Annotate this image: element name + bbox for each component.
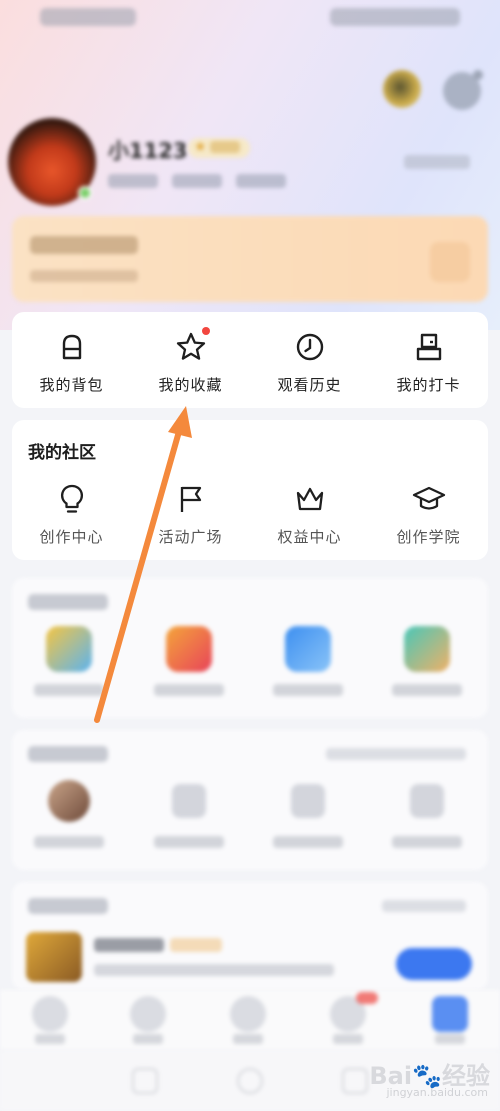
annotation-arrow [94,406,192,723]
